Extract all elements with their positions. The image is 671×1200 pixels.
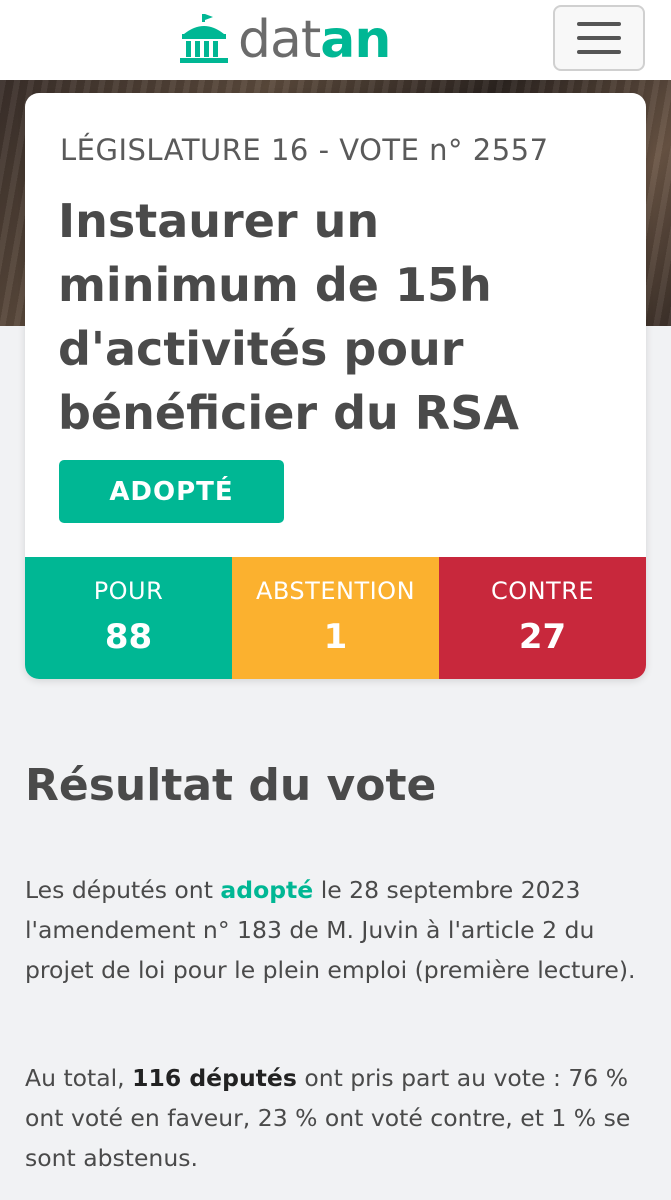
vote-abstention: ABSTENTION 1 [232, 557, 439, 679]
navbar: datan [0, 0, 671, 80]
vote-status-badge: ADOPTÉ [59, 460, 284, 523]
vote-contre-label: CONTRE [490, 577, 595, 605]
hamburger-icon-bar [577, 50, 621, 54]
vote-card: LÉGISLATURE 16 - VOTE n° 2557 Instaurer … [25, 93, 646, 679]
result-total-deputes: 116 députés [132, 1064, 297, 1092]
result-p1-prefix: Les députés ont [25, 876, 221, 904]
vote-legislature-label: LÉGISLATURE 16 - VOTE n° 2557 [60, 133, 549, 167]
vote-abstention-label: ABSTENTION [255, 577, 416, 605]
hamburger-icon [577, 22, 621, 26]
vote-contre: CONTRE 27 [439, 557, 646, 679]
datan-logo[interactable]: datan [176, 10, 391, 70]
vote-pour: POUR 88 [25, 557, 232, 679]
result-paragraph-1: Les députés ont adopté le 28 septembre 2… [25, 870, 655, 990]
vote-pour-count: 88 [104, 617, 153, 657]
logo-text-an: an [320, 10, 391, 70]
vote-contre-count: 27 [518, 617, 567, 657]
result-paragraph-2: Au total, 116 députés ont pris part au v… [25, 1058, 655, 1178]
vote-abstention-count: 1 [323, 617, 348, 657]
result-p2-prefix: Au total, [25, 1064, 133, 1092]
menu-toggle-button[interactable] [553, 5, 645, 71]
parliament-icon [180, 14, 228, 63]
logo-text: datan [238, 14, 391, 66]
vote-title: Instaurer un minimum de 15h d'activités … [58, 194, 519, 440]
vote-pour-label: POUR [93, 577, 164, 605]
vote-counts: POUR 88 ABSTENTION 1 CONTRE 27 [25, 557, 646, 679]
hamburger-icon-bar [577, 36, 621, 40]
result-adopte-link[interactable]: adopté [220, 876, 313, 904]
result-heading: Résultat du vote [25, 760, 437, 811]
logo-text-dat: dat [238, 10, 321, 70]
